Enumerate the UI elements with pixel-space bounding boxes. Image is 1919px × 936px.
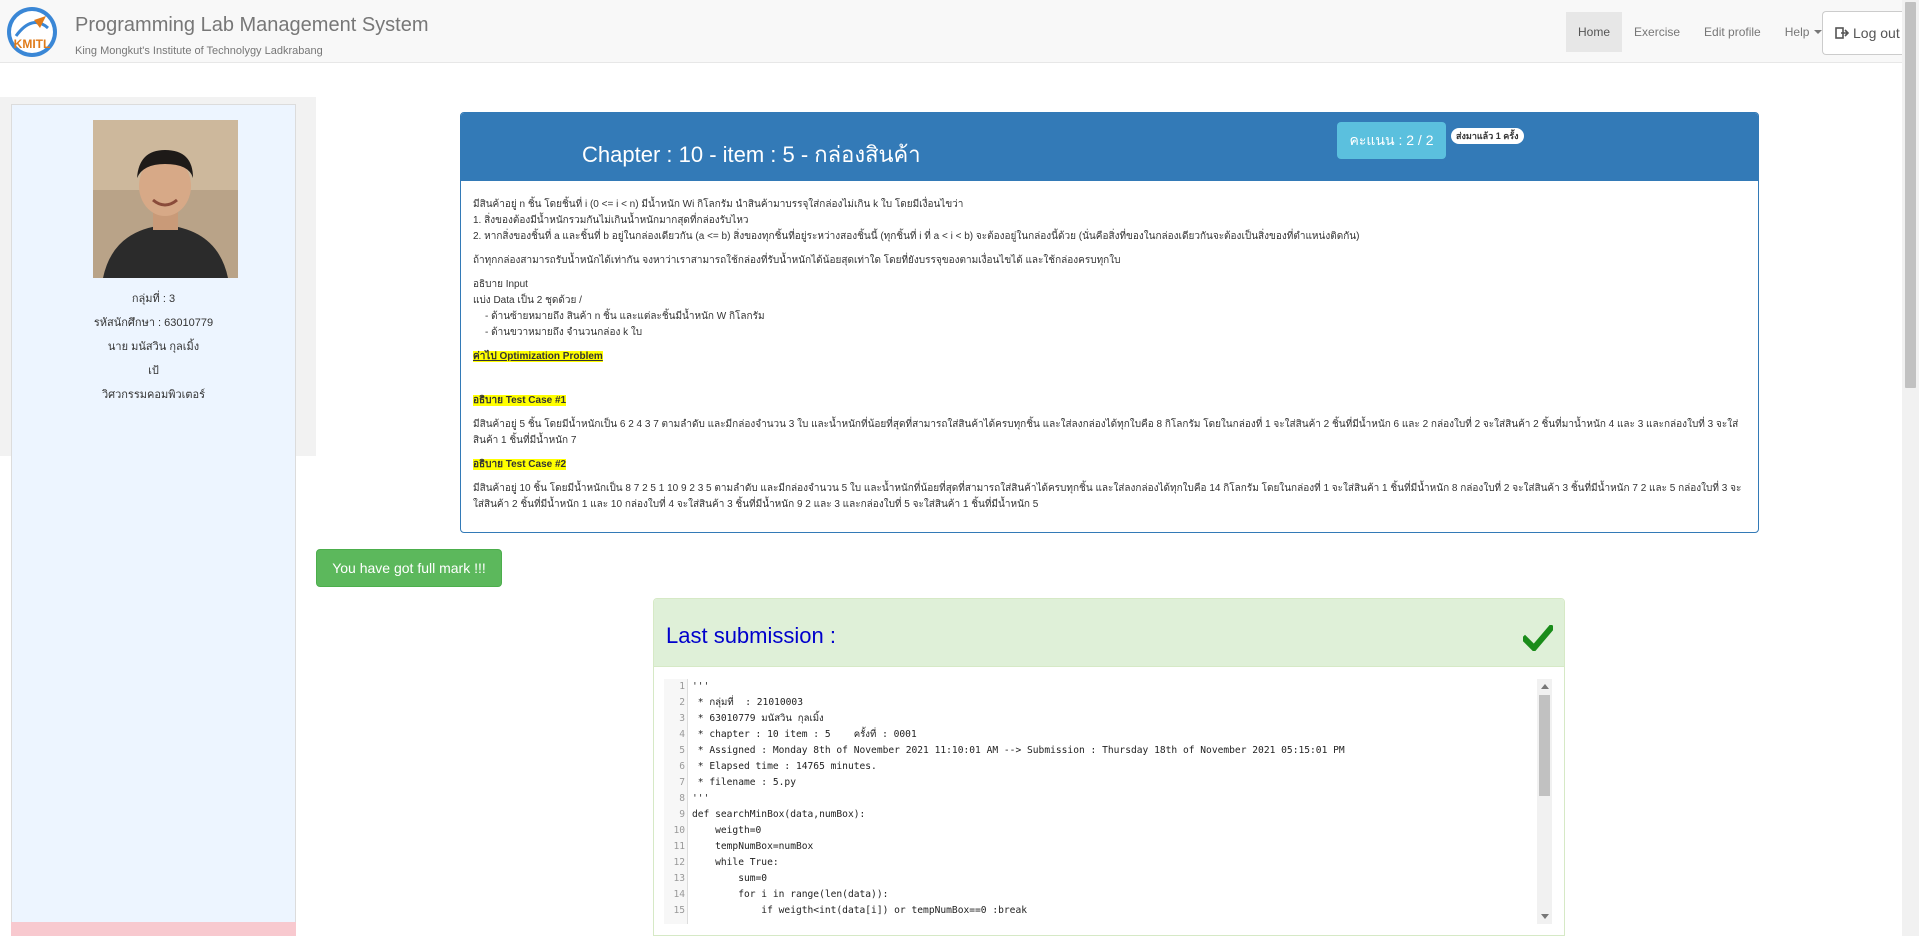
problem-description: มีสินค้าอยู่ n ชิ้น โดยชิ้นที่ i (0 <= i…: [473, 197, 1748, 513]
line-number: 4: [679, 729, 685, 740]
test-case-2-label: อธิบาย Test Case #2: [473, 459, 567, 470]
svg-text:KMITL: KMITL: [14, 37, 51, 51]
line-number: 14: [673, 889, 685, 900]
profile-department: วิศวกรรมคอมพิวเตอร์: [101, 389, 206, 401]
code-viewer[interactable]: 1 ''' 2 * กลุ่มที่ : 21010003 3 * 63010779 …: [664, 679, 1555, 924]
line-number: 3: [679, 713, 685, 724]
code-text: * Assigned : Monday 8th of November 2021…: [692, 745, 1345, 756]
last-submission-panel: Last submission : 1 ''' 2 * กลุ่มที่ : 210…: [653, 598, 1565, 936]
line-number: 5: [679, 745, 685, 756]
code-text: * 63010779 มนัสวิน กุลเมิ้ง: [692, 713, 824, 724]
line-number: 1: [679, 681, 685, 692]
code-line: 11 tempNumBox=numBox: [664, 839, 1534, 855]
line-number: 11: [673, 841, 685, 852]
code-line: 5 * Assigned : Monday 8th of November 20…: [664, 743, 1534, 759]
problem-header: Chapter : 10 - item : 5 - กล่องสินค้า คะ…: [461, 113, 1758, 181]
code-line: 7 * filename : 5.py: [664, 775, 1534, 791]
line-number: 10: [673, 825, 685, 836]
code-text: ''': [692, 681, 710, 692]
profile-name: นาย มนัสวิน กุลเมิ้ง: [107, 341, 200, 353]
code-text: * กลุ่มที่ : 21010003: [692, 697, 803, 708]
full-mark-button[interactable]: You have got full mark !!!: [316, 549, 502, 587]
nav-edit-profile[interactable]: Edit profile: [1692, 12, 1773, 52]
desc-line: - ด้านขวาหมายถึง จำนวนกล่อง k ใบ: [485, 327, 643, 338]
logout-label: Log out: [1853, 25, 1900, 41]
code-text: * chapter : 10 item : 5 ครั้งที่ : 0001: [692, 729, 917, 740]
kmitl-logo[interactable]: KMITL: [6, 6, 58, 58]
navbar: KMITL Programming Lab Management System …: [0, 0, 1919, 63]
submission-header: Last submission :: [654, 599, 1564, 667]
line-number: 15: [673, 905, 685, 916]
code-line: 9 def searchMinBox(data,numBox):: [664, 807, 1534, 823]
code-line: 3 * 63010779 มนัสวิน กุลเมิ้ง: [664, 711, 1534, 727]
desc-line: มีสินค้าอยู่ n ชิ้น โดยชิ้นที่ i (0 <= i…: [473, 199, 964, 210]
problem-panel: Chapter : 10 - item : 5 - กล่องสินค้า คะ…: [460, 112, 1759, 533]
code-text: def searchMinBox(data,numBox):: [692, 809, 866, 820]
code-line: 8 ''': [664, 791, 1534, 807]
code-scrollbar[interactable]: [1537, 679, 1552, 924]
code-text: while True:: [692, 857, 779, 868]
nav-home[interactable]: Home: [1566, 12, 1623, 52]
desc-line: - ด้านซ้ายหมายถึง สินค้า n ชิ้น และแต่ละ…: [485, 311, 765, 322]
line-number: 2: [679, 697, 685, 708]
code-line: 14 for i in range(len(data)):: [664, 887, 1534, 903]
code-text: weigth=0: [692, 825, 762, 836]
desc-line: ถ้าทุกกล่องสามารถรับน้ำหนักได้เท่ากัน จง…: [473, 255, 1121, 266]
code-line: 12 while True:: [664, 855, 1534, 871]
code-line: 1 ''': [664, 679, 1534, 695]
submission-title: Last submission :: [666, 623, 836, 648]
code-scroll-thumb[interactable]: [1539, 695, 1550, 796]
scroll-down-icon[interactable]: [1541, 914, 1549, 919]
line-number: 7: [679, 777, 685, 788]
sidebar-alert-strip: [11, 922, 296, 936]
line-number: 8: [679, 793, 685, 804]
problem-title: Chapter : 10 - item : 5 - กล่องสินค้า: [582, 142, 921, 167]
code-text: sum=0: [692, 873, 768, 884]
profile-group: กลุ่มที่ : 3: [131, 293, 176, 305]
code-line: 4 * chapter : 10 item : 5 ครั้งที่ : 000…: [664, 727, 1534, 743]
profile-nickname: เป้: [148, 365, 159, 377]
desc-line: อธิบาย Input: [473, 279, 528, 290]
score-button[interactable]: คะแนน : 2 / 2: [1337, 122, 1446, 159]
main-nav: Home Exercise Edit profile Help: [1566, 12, 1834, 52]
code-text: * Elapsed time : 14765 minutes.: [692, 761, 877, 772]
line-number: 9: [679, 809, 685, 820]
line-number: 6: [679, 761, 685, 772]
test-case-1-text: มีสินค้าอยู่ 5 ชิ้น โดยมีน้ำหนักเป็น 6 2…: [473, 419, 1739, 446]
code-text: ''': [692, 793, 710, 804]
avatar: [93, 120, 238, 278]
code-line: 6 * Elapsed time : 14765 minutes.: [664, 759, 1534, 775]
logout-icon: [1835, 27, 1849, 39]
code-line: 15 if weigth<int(data[i]) or tempNumBox=…: [664, 903, 1534, 919]
nav-exercise[interactable]: Exercise: [1622, 12, 1692, 52]
submit-count-badge: ส่งมาแล้ว 1 ครั้ง: [1451, 128, 1524, 144]
test-case-2-text: มีสินค้าอยู่ 10 ชิ้น โดยมีน้ำหนักเป็น 8 …: [473, 483, 1742, 510]
line-number: 12: [673, 857, 685, 868]
brand-subtitle: King Mongkut's Institute of Technolygy L…: [75, 45, 323, 57]
code-text: * filename : 5.py: [692, 777, 796, 788]
page-scrollbar[interactable]: [1902, 0, 1919, 936]
code-text: if weigth<int(data[i]) or tempNumBox==0 …: [692, 905, 1028, 916]
category-label: ค่าไป Optimization Problem: [473, 351, 603, 362]
check-icon: [1523, 625, 1553, 651]
desc-line: 2. หากสิ่งของชิ้นที่ a และชิ้นที่ b อยู่…: [473, 231, 1360, 242]
brand-title[interactable]: Programming Lab Management System: [75, 14, 429, 37]
code-text: for i in range(len(data)):: [692, 889, 889, 900]
desc-line: 1. สิ่งของต้องมีน้ำหนักรวมกันไม่เกินน้ำห…: [473, 215, 749, 226]
code-line: 2 * กลุ่มที่ : 21010003: [664, 695, 1534, 711]
code-line: 10 weigth=0: [664, 823, 1534, 839]
scroll-up-icon[interactable]: [1541, 684, 1549, 689]
line-number: 13: [673, 873, 685, 884]
code-text: tempNumBox=numBox: [692, 841, 814, 852]
profile-card: กลุ่มที่ : 3 รหัสนักศึกษา : 63010779 นาย…: [11, 104, 296, 936]
profile-student-id: รหัสนักศึกษา : 63010779: [93, 317, 214, 329]
test-case-1-label: อธิบาย Test Case #1: [473, 395, 567, 406]
code-line: 13 sum=0: [664, 871, 1534, 887]
desc-line: แบ่ง Data เป็น 2 ชุดด้วย /: [473, 295, 582, 306]
